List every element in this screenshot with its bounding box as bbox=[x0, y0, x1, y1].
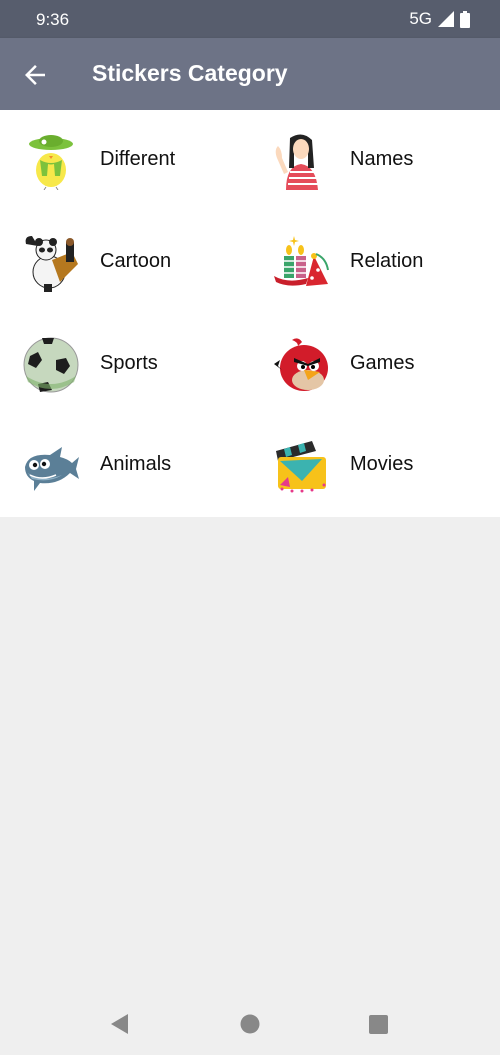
signal-icon bbox=[438, 11, 454, 27]
clapperboard-icon bbox=[276, 441, 326, 493]
category-grid: Different Names Cartoon Relation Sports … bbox=[0, 110, 500, 517]
status-bar: 9:36 5G bbox=[0, 0, 500, 38]
category-different[interactable]: Different bbox=[0, 110, 250, 212]
category-animals[interactable]: Animals bbox=[0, 415, 250, 517]
category-label: Names bbox=[350, 148, 414, 170]
nav-recents-button[interactable] bbox=[365, 1011, 391, 1037]
category-label: Games bbox=[350, 351, 415, 374]
category-label: Animals bbox=[100, 453, 172, 476]
category-label: Relation bbox=[350, 249, 424, 272]
category-relation[interactable]: Relation bbox=[250, 212, 500, 314]
battery-icon bbox=[460, 10, 470, 28]
birthday-candles-icon bbox=[274, 235, 329, 286]
app-bar: Stickers Category bbox=[0, 38, 500, 110]
category-label: Different bbox=[100, 148, 176, 170]
nav-back-button[interactable] bbox=[108, 1011, 134, 1037]
chick-in-hat-icon bbox=[29, 135, 73, 190]
panda-icon bbox=[25, 235, 78, 292]
category-movies[interactable]: Movies bbox=[250, 415, 500, 517]
back-button[interactable] bbox=[20, 60, 50, 90]
category-label: Sports bbox=[100, 351, 158, 374]
square-recents-icon bbox=[369, 1015, 388, 1034]
soccer-ball-icon bbox=[23, 337, 79, 392]
navigation-bar bbox=[0, 995, 500, 1055]
status-time: 9:36 bbox=[36, 10, 70, 29]
triangle-back-icon bbox=[111, 1014, 128, 1034]
network-type: 5G bbox=[409, 9, 432, 28]
nav-home-button[interactable] bbox=[237, 1011, 263, 1037]
category-label: Cartoon bbox=[100, 249, 172, 272]
waving-girl-icon bbox=[275, 134, 318, 190]
angry-bird-icon bbox=[274, 337, 328, 391]
status-icons: 5G bbox=[409, 9, 470, 29]
category-cartoon[interactable]: Cartoon bbox=[0, 212, 250, 314]
arrow-back-icon bbox=[25, 65, 45, 85]
circle-home-icon bbox=[240, 1014, 260, 1034]
page-title: Stickers Category bbox=[92, 60, 288, 86]
category-games[interactable]: Games bbox=[250, 314, 500, 416]
category-names[interactable]: Names bbox=[250, 110, 500, 212]
category-sports[interactable]: Sports bbox=[0, 314, 250, 416]
category-label: Movies bbox=[350, 453, 414, 476]
shark-icon bbox=[25, 447, 79, 492]
